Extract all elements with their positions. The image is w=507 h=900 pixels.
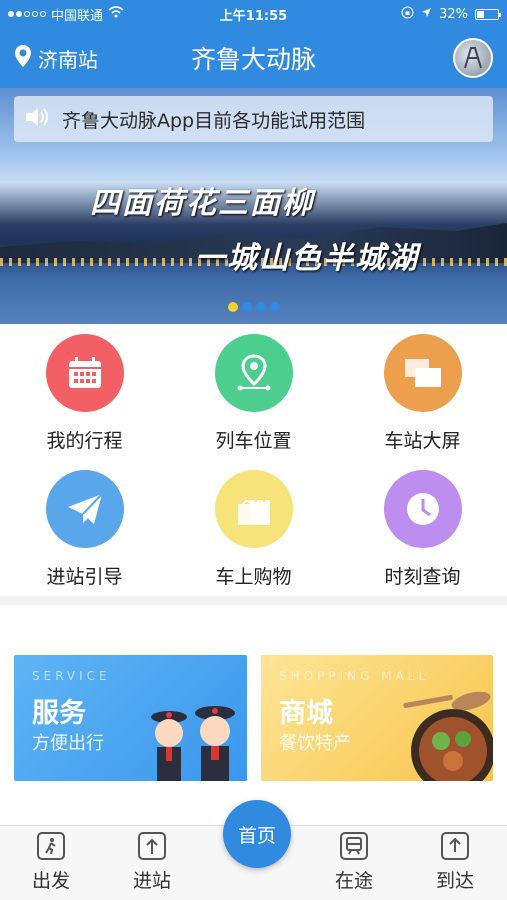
promo-cards: SERVICE 服务 方便出行 SHOPPING MALL 商城 餐饮特产 <box>0 605 507 825</box>
mall-card-title: 商城 <box>279 698 333 729</box>
pager-dot[interactable] <box>270 302 280 312</box>
screens-icon <box>383 334 462 412</box>
feature-station-screen[interactable]: 车站大屏 <box>338 324 507 460</box>
clock-icon <box>383 470 462 548</box>
pager-dot[interactable] <box>242 302 252 312</box>
station-selector[interactable]: 济南站 <box>14 44 98 73</box>
calendar-icon <box>45 334 124 412</box>
notice-text: 齐鲁大动脉App目前各功能试用范围 <box>62 109 366 132</box>
feature-timetable[interactable]: 时刻查询 <box>338 460 507 596</box>
shopping-bag-icon <box>214 470 293 548</box>
mall-card[interactable]: SHOPPING MALL 商城 餐饮特产 <box>261 655 493 781</box>
tab-arrive[interactable]: 到达 <box>420 832 490 893</box>
paper-plane-icon <box>45 470 124 548</box>
service-card[interactable]: SERVICE 服务 方便出行 <box>14 655 247 781</box>
mall-card-subtitle: 餐饮特产 <box>279 733 351 754</box>
carrier-label: 中国联通 <box>51 8 104 24</box>
exit-arrow-icon <box>441 832 469 860</box>
wifi-icon <box>108 6 124 22</box>
status-bar: 中国联通 上午11:55 32% <box>0 0 507 28</box>
enter-arrow-icon <box>138 832 166 860</box>
conductors-illustration <box>151 706 235 781</box>
nav-bar: 济南站 齐鲁大动脉 <box>0 28 507 88</box>
tab-label: 进站 <box>132 870 171 892</box>
feature-label: 车站大屏 <box>384 430 461 452</box>
calligraphy-line-1: 四面荷花三面柳 <box>90 186 314 221</box>
feature-label: 进站引导 <box>46 566 123 588</box>
feature-onboard-shopping[interactable]: 车上购物 <box>169 460 338 596</box>
walking-person-icon <box>37 832 65 860</box>
battery-icon <box>475 8 501 20</box>
tab-depart[interactable]: 出发 <box>16 832 86 893</box>
feature-my-trip[interactable]: 我的行程 <box>0 324 169 460</box>
avatar[interactable] <box>453 38 493 78</box>
banner-pager[interactable] <box>228 302 280 312</box>
banner[interactable]: 齐鲁大动脉App目前各功能试用范围 四面荷花三面柳 一城山色半城湖 <box>0 88 507 324</box>
feature-label: 我的行程 <box>46 430 123 452</box>
speaker-icon <box>24 106 50 133</box>
feature-grid: 我的行程 列车位置 车站大屏 进站引导 车上购物 时刻查询 <box>0 324 507 596</box>
service-card-title: 服务 <box>32 698 86 729</box>
feature-train-position[interactable]: 列车位置 <box>169 324 338 460</box>
header: 中国联通 上午11:55 32% 济南站 齐鲁大动脉 <box>0 0 507 88</box>
feature-label: 列车位置 <box>215 430 292 452</box>
calligraphy-line-2: 一城山色半城湖 <box>195 241 419 276</box>
map-pin-icon <box>14 44 32 73</box>
pager-dot[interactable] <box>228 302 238 312</box>
tab-label: 在途 <box>334 870 373 892</box>
location-pin-icon <box>214 334 293 412</box>
lock-rotation-icon <box>401 6 414 23</box>
tab-enter[interactable]: 进站 <box>117 832 187 893</box>
station-name: 济南站 <box>38 47 98 72</box>
location-arrow-icon <box>421 7 432 22</box>
food-illustration <box>403 691 493 781</box>
tab-label: 出发 <box>31 870 70 892</box>
feature-label: 车上购物 <box>215 566 292 588</box>
tab-enroute[interactable]: 在途 <box>319 832 389 893</box>
feature-entry-guide[interactable]: 进站引导 <box>0 460 169 596</box>
home-button[interactable]: 首页 <box>223 800 291 868</box>
train-icon <box>340 832 368 860</box>
feature-label: 时刻查询 <box>384 566 461 588</box>
notice-bar[interactable]: 齐鲁大动脉App目前各功能试用范围 <box>14 96 493 142</box>
battery-percent: 32% <box>439 6 468 22</box>
tab-label: 到达 <box>435 870 474 892</box>
pager-dot[interactable] <box>256 302 266 312</box>
service-card-en: SERVICE <box>32 669 111 683</box>
service-card-subtitle: 方便出行 <box>32 733 104 754</box>
signal-icon <box>8 11 46 17</box>
